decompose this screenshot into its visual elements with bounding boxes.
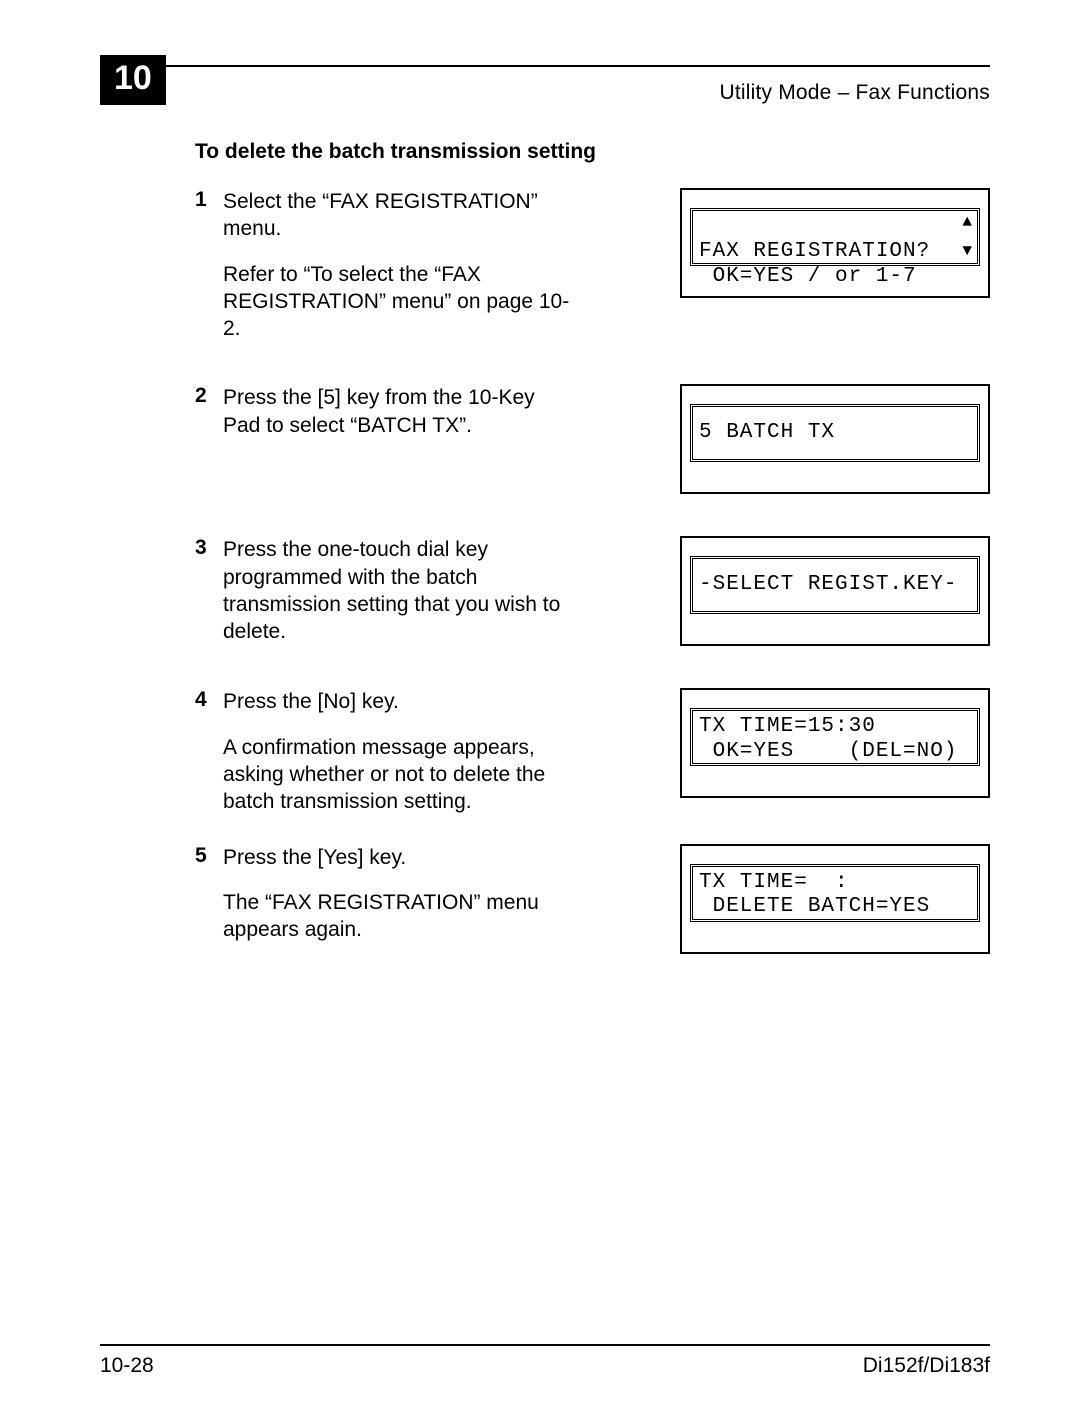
lcd-screen: FAX REGISTRATION?▲ OK=YES / or 1-7▼: [690, 208, 980, 266]
step-number: 3: [195, 536, 223, 560]
step-text: Press the [Yes] key.: [223, 844, 406, 871]
lcd-line: OK=YES (DEL=NO): [699, 740, 957, 763]
step-row: 1 Select the “FAX REGISTRATION” menu. Re…: [195, 188, 990, 342]
lcd-panel: FAX REGISTRATION? ▲ OK=YES / or 1-7 ▼: [680, 188, 990, 298]
step-subtext: The “FAX REGISTRATION” menu appears agai…: [223, 889, 575, 944]
lcd-panel: -SELECT REGIST.KEY-: [680, 536, 990, 646]
lcd-screen: TX TIME=15:30 OK=YES (DEL=NO): [690, 708, 980, 766]
chapter-number: 10: [100, 55, 166, 105]
step-subtext: A confirmation message appears, asking w…: [223, 734, 575, 816]
lcd-screen: 5 BATCH TX: [690, 404, 980, 462]
lcd-line: DELETE BATCH=YES: [699, 895, 930, 918]
lcd-line: TX TIME= :: [699, 871, 849, 894]
page-header: 10 Utility Mode – Fax Functions: [100, 55, 990, 105]
lcd-panel: 5 BATCH TX: [680, 384, 990, 494]
lcd-line: 5 BATCH TX: [699, 421, 835, 444]
step-number: 2: [195, 384, 223, 408]
step-text: Press the [No] key.: [223, 688, 399, 715]
step-row: 3 Press the one-touch dial key programme…: [195, 536, 990, 646]
step-subtext: Refer to “To select the “FAX REGISTRATIO…: [223, 261, 575, 343]
step-row: 2 Press the [5] key from the 10-Key Pad …: [195, 384, 990, 494]
header-title: Utility Mode – Fax Functions: [719, 81, 990, 105]
lcd-line: -SELECT REGIST.KEY-: [699, 573, 957, 596]
footer-rule: [100, 1344, 990, 1346]
model-label: Di152f/Di183f: [863, 1354, 990, 1378]
manual-page: 10 Utility Mode – Fax Functions To delet…: [0, 0, 1080, 1423]
lcd-line: OK=YES / or 1-7: [699, 265, 917, 288]
arrow-up-icon: ▲: [962, 213, 973, 232]
step-number: 4: [195, 688, 223, 712]
content-area: To delete the batch transmission setting…: [100, 140, 990, 954]
step-row: 4 Press the [No] key. A confirmation mes…: [195, 688, 990, 815]
lcd-line: TX TIME=15:30: [699, 715, 876, 738]
page-number: 10-28: [100, 1354, 154, 1378]
step-text: Select the “FAX REGISTRATION” menu.: [223, 188, 575, 243]
step-number: 5: [195, 844, 223, 868]
lcd-screen: TX TIME= : DELETE BATCH=YES: [690, 864, 980, 922]
step-text: Press the [5] key from the 10-Key Pad to…: [223, 384, 575, 439]
section-heading: To delete the batch transmission setting: [195, 140, 990, 164]
lcd-screen: -SELECT REGIST.KEY-: [690, 556, 980, 614]
arrow-down-icon: ▼: [962, 242, 973, 261]
page-footer: 10-28 Di152f/Di183f: [100, 1344, 990, 1378]
lcd-panel: TX TIME= : DELETE BATCH=YES: [680, 844, 990, 954]
step-number: 1: [195, 188, 223, 212]
step-row: 5 Press the [Yes] key. The “FAX REGISTRA…: [195, 844, 990, 954]
step-text: Press the one-touch dial key programmed …: [223, 536, 575, 645]
lcd-panel: TX TIME=15:30 OK=YES (DEL=NO): [680, 688, 990, 798]
lcd-line: FAX REGISTRATION?: [699, 240, 930, 263]
